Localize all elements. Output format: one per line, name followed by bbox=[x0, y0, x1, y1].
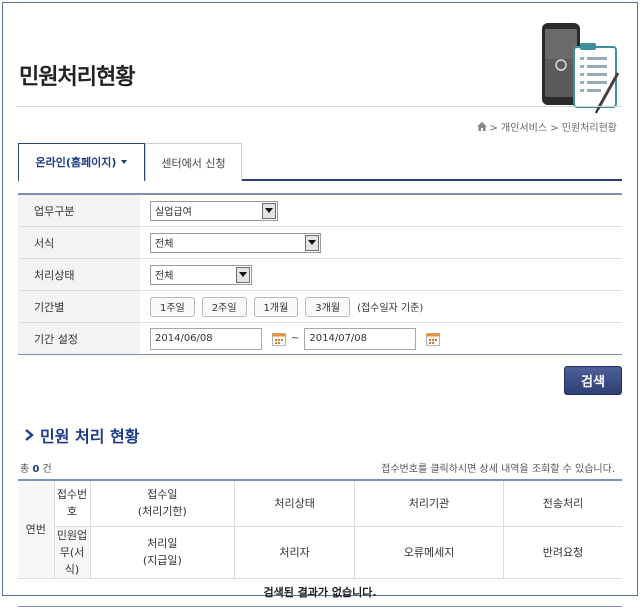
caret-down-icon bbox=[121, 160, 128, 164]
period-1month-button[interactable]: 1개월 bbox=[253, 296, 299, 317]
total-number: 0 bbox=[32, 464, 40, 475]
start-date-input[interactable]: 2014/06/08 bbox=[150, 327, 262, 350]
tab-online-label: 온라인(홈페이지) bbox=[35, 156, 117, 169]
empty-message: 검색된 결과가 없습니다. bbox=[18, 578, 622, 607]
title-divider bbox=[17, 106, 622, 107]
format-label: 서식 bbox=[18, 227, 140, 258]
page-title: 민원처리현황 bbox=[19, 65, 135, 90]
range-separator: ~ bbox=[291, 333, 300, 344]
row-format: 서식 전체 bbox=[18, 227, 622, 259]
tab-bar: 온라인(홈페이지) 센터에서 신청 bbox=[18, 143, 622, 182]
tab-center[interactable]: 센터에서 신청 bbox=[145, 143, 242, 181]
business-select-value: 실업급여 bbox=[155, 207, 192, 218]
results-title: 민원 처리 현황 bbox=[25, 423, 139, 447]
header-process-date: 처리일 (지급일) bbox=[89, 525, 236, 579]
total-prefix: 총 bbox=[20, 464, 30, 475]
calendar-icon[interactable] bbox=[272, 332, 286, 346]
tab-center-label: 센터에서 신청 bbox=[161, 156, 226, 170]
table-row: 검색된 결과가 없습니다. bbox=[18, 578, 622, 607]
range-label: 기간 설정 bbox=[18, 323, 140, 354]
row-business: 업무구분 실업급여 bbox=[18, 195, 622, 227]
search-form: 업무구분 실업급여 서식 전체 처리상태 전체 기간별 1주일 2주일 1개월 … bbox=[18, 193, 622, 355]
dropdown-arrow-icon[interactable] bbox=[236, 266, 250, 283]
business-select[interactable]: 실업급여 bbox=[150, 200, 278, 221]
period-label: 기간별 bbox=[18, 291, 140, 322]
period-note: (접수일자 기준) bbox=[357, 303, 424, 314]
header-agency: 처리기관 bbox=[353, 479, 505, 527]
header-transfer: 전송처리 bbox=[503, 479, 622, 527]
header-receipt-no: 접수번호 bbox=[53, 479, 91, 527]
search-button[interactable]: 검색 bbox=[564, 366, 622, 395]
status-label: 처리상태 bbox=[18, 259, 140, 290]
total-suffix: 건 bbox=[42, 464, 52, 475]
breadcrumb-text[interactable]: > 개인서비스 > 민원처리현황 bbox=[490, 119, 618, 134]
period-2week-button[interactable]: 2주일 bbox=[201, 296, 247, 317]
status-select[interactable]: 전체 bbox=[150, 264, 252, 285]
phone-document-illustration bbox=[542, 23, 620, 114]
breadcrumb: > 개인서비스 > 민원처리현황 bbox=[476, 119, 618, 134]
tab-online[interactable]: 온라인(홈페이지) bbox=[18, 143, 145, 182]
format-select[interactable]: 전체 bbox=[150, 232, 321, 253]
home-icon[interactable] bbox=[476, 122, 487, 131]
results-title-text: 민원 처리 현황 bbox=[40, 427, 140, 446]
row-period: 기간별 1주일 2주일 1개월 3개월 (접수일자 기준) bbox=[18, 291, 622, 323]
period-1week-button[interactable]: 1주일 bbox=[150, 296, 195, 317]
table-header-row: 민원업무(서식) 처리일 (지급일) 처리자 오류메세지 반려요청 bbox=[18, 525, 622, 579]
header-return: 반려요청 bbox=[503, 525, 622, 579]
calendar-icon[interactable] bbox=[426, 332, 441, 346]
header-seq: 연번 bbox=[18, 479, 55, 579]
business-label: 업무구분 bbox=[18, 195, 140, 226]
period-3month-button[interactable]: 3개월 bbox=[305, 296, 351, 317]
page-frame: 민원처리현황 > 개인서비스 > 민원처리현황 온라인(홈페이지) 센터에서 신… bbox=[2, 2, 638, 607]
header-business: 민원업무(서식) bbox=[54, 525, 91, 579]
end-date-input[interactable]: 2014/07/08 bbox=[304, 327, 417, 350]
dropdown-arrow-icon[interactable] bbox=[262, 202, 276, 219]
header-status: 처리상태 bbox=[234, 479, 355, 527]
dropdown-arrow-icon[interactable] bbox=[305, 234, 319, 251]
header-receipt-date: 접수일 (처리기한) bbox=[89, 479, 236, 527]
row-status: 처리상태 전체 bbox=[18, 259, 622, 291]
results-table: 연번 접수번호 접수일 (처리기한) 처리상태 처리기관 전송처리 민원업무(서… bbox=[18, 479, 622, 607]
status-select-value: 전체 bbox=[155, 271, 174, 282]
header-processor: 처리자 bbox=[234, 525, 355, 579]
results-hint: 접수번호를 클릭하시면 상세 내역을 조회할 수 있습니다. bbox=[381, 464, 615, 475]
header-error: 오류메세지 bbox=[353, 525, 505, 579]
row-range: 기간 설정 2014/06/08 ~ 2014/07/08 bbox=[18, 323, 622, 355]
table-header-row: 연번 접수번호 접수일 (처리기한) 처리상태 처리기관 전송처리 bbox=[18, 479, 622, 579]
total-count: 총 0 건 bbox=[20, 460, 52, 475]
chevron-right-icon bbox=[25, 429, 34, 441]
format-select-value: 전체 bbox=[155, 239, 174, 250]
